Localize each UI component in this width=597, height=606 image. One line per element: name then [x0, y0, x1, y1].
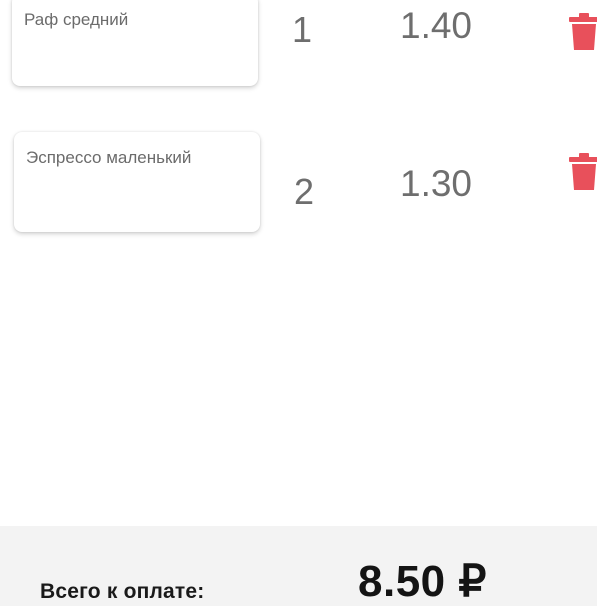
total-amount: 8.50 ₽ [358, 557, 487, 606]
item-name: Раф средний [24, 10, 129, 29]
total-label: Всего к оплате: [40, 580, 205, 603]
cart-screen: Раф средний 1 1.40 Эспрессо маленький 2 … [0, 0, 597, 606]
cart-item-row: Эспрессо маленький 2 1.30 [0, 124, 597, 244]
cart-item-row: Раф средний 1 1.40 [0, 0, 597, 102]
item-name: Эспрессо маленький [26, 148, 192, 167]
item-quantity: 1 [292, 9, 313, 50]
trash-icon[interactable] [568, 152, 597, 192]
item-quantity: 2 [294, 171, 315, 212]
item-price: 1.40 [400, 5, 473, 46]
item-price: 1.30 [400, 163, 473, 204]
item-name-card[interactable]: Раф средний [12, 0, 258, 86]
item-name-card[interactable]: Эспрессо маленький [14, 132, 260, 232]
trash-icon[interactable] [568, 12, 597, 52]
order-total-bar: Всего к оплате: 8.50 ₽ [0, 526, 597, 606]
